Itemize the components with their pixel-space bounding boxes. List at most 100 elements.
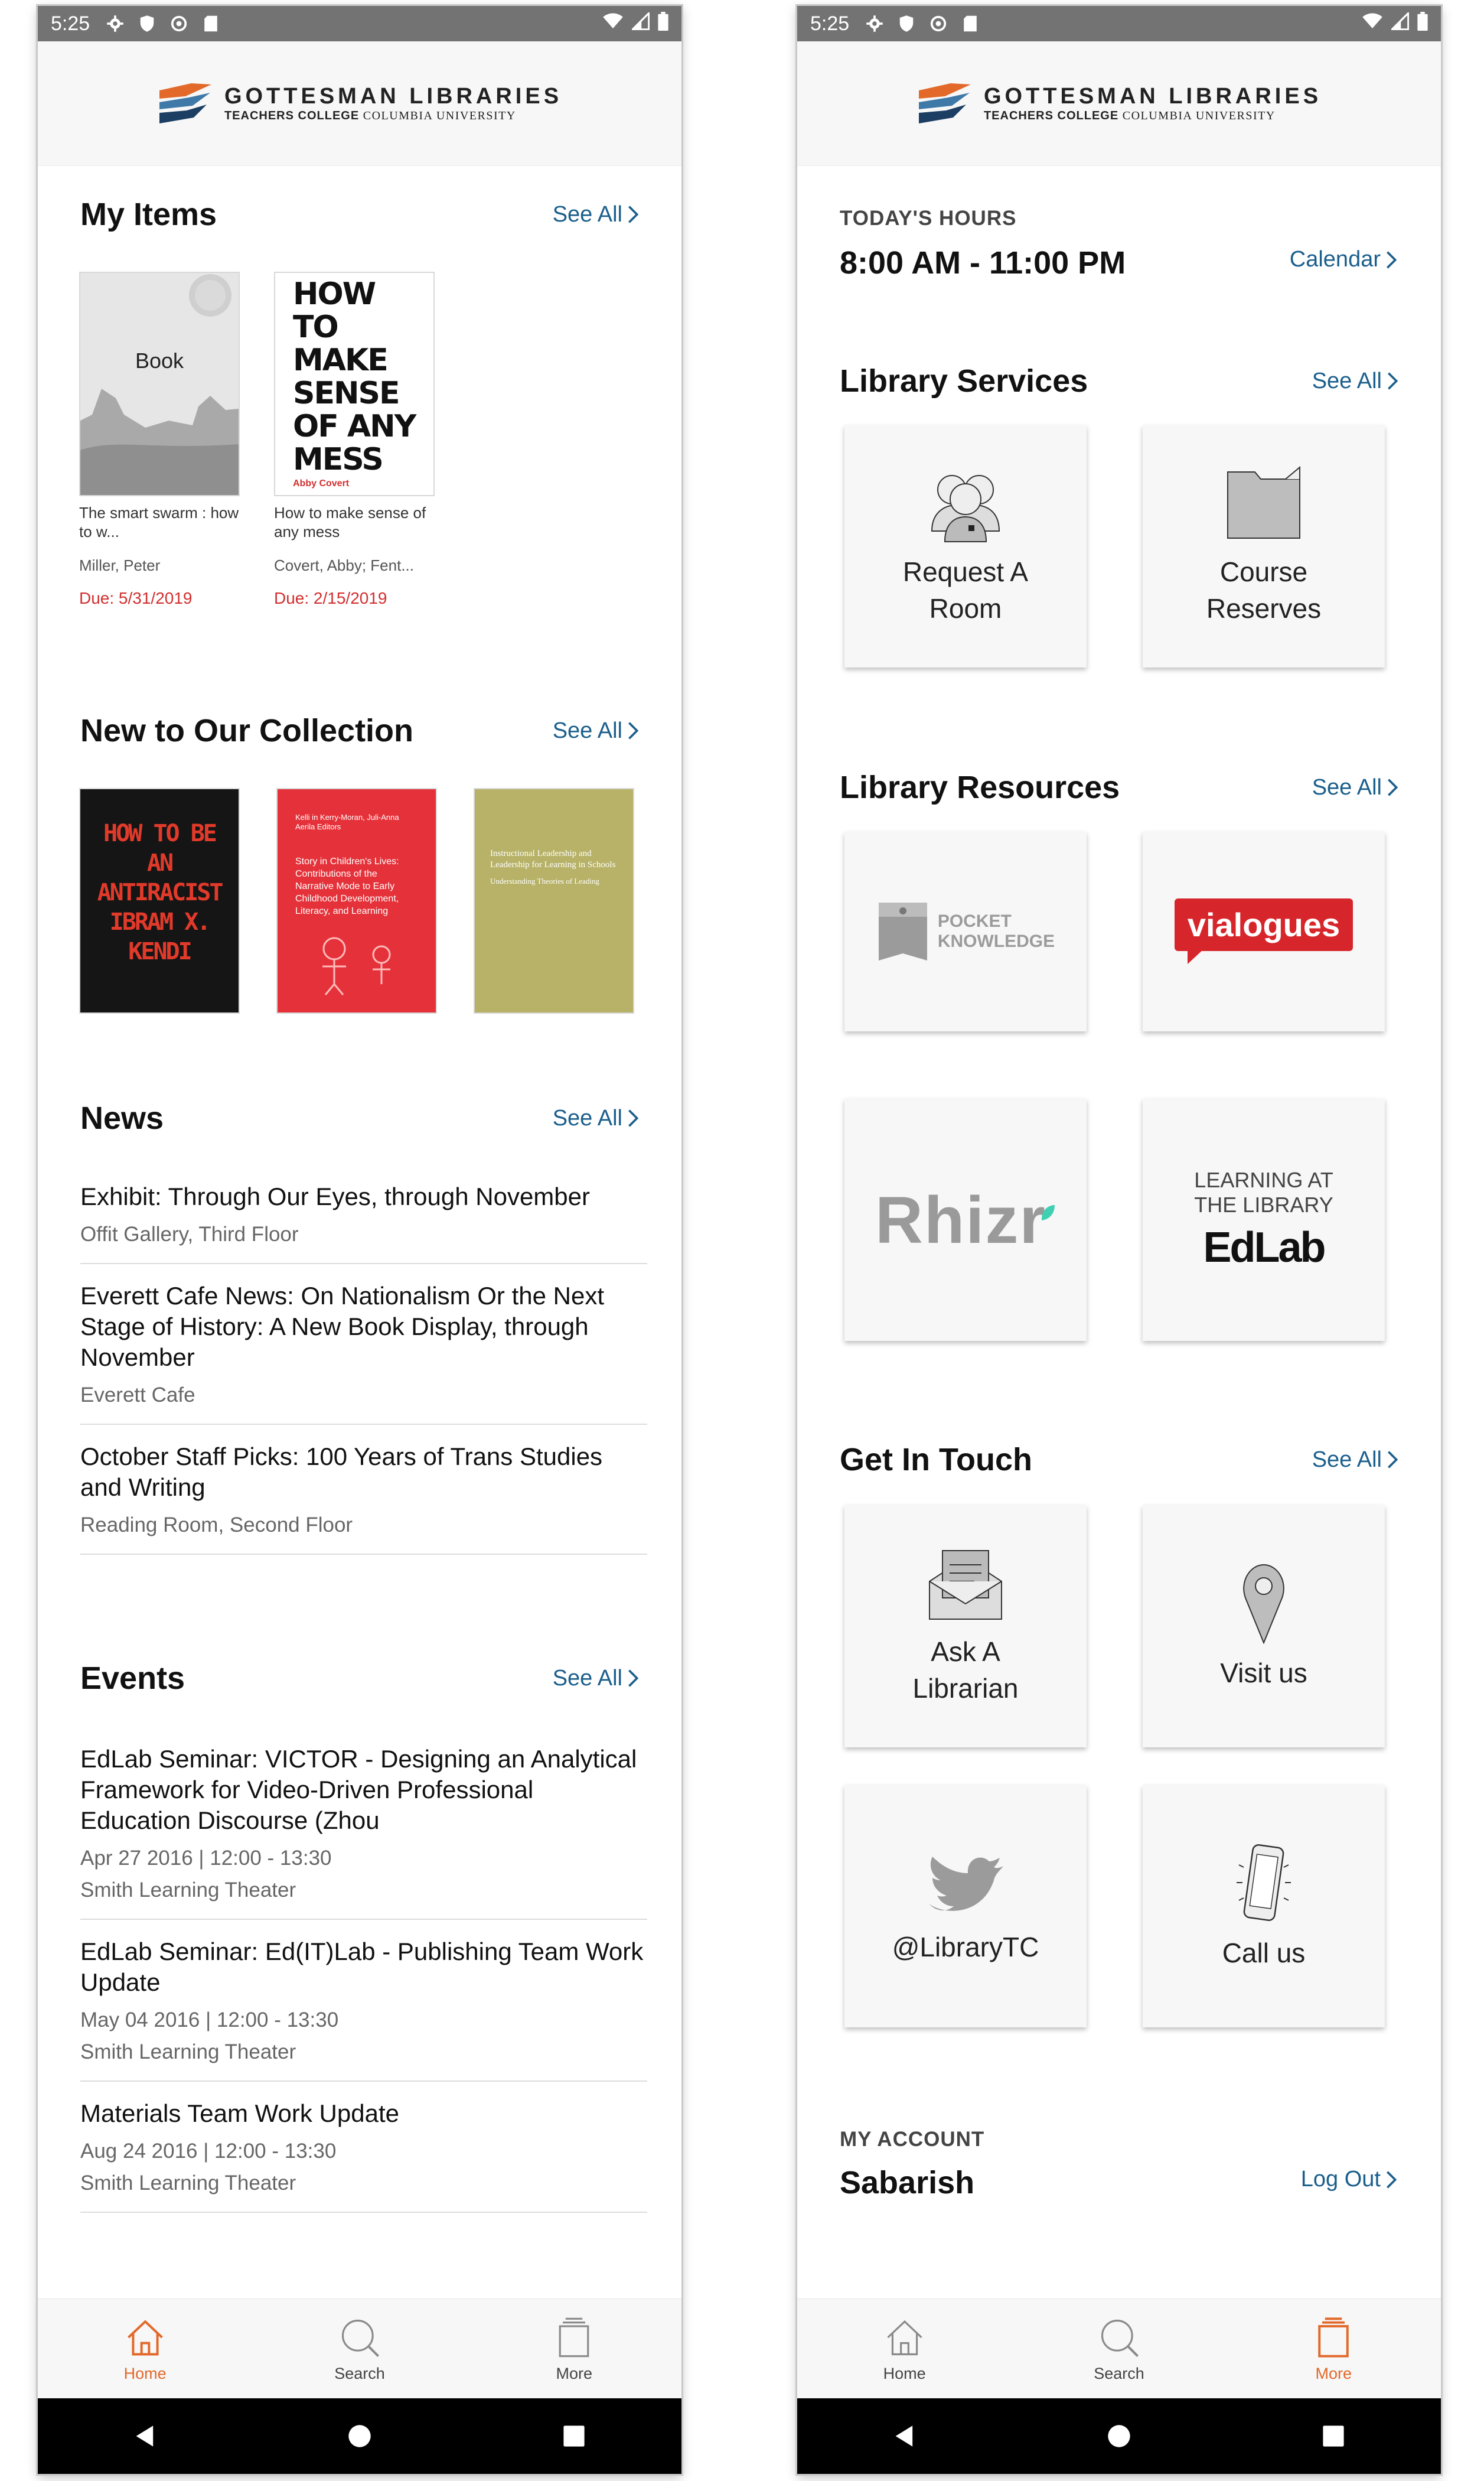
contact-header: Get In Touch See All (797, 1441, 1441, 1478)
news-item-location: Reading Room, Second Floor (80, 1513, 353, 1536)
events-list: EdLab Seminar: VICTOR - Designing an Ana… (38, 1727, 681, 2213)
tile-label: Visit us (1220, 1658, 1307, 1688)
news-item[interactable]: October Staff Picks: 100 Years of Trans … (80, 1425, 647, 1555)
app-header: GOTTESMAN LIBRARIES TEACHERS COLLEGE COL… (797, 41, 1441, 166)
item-due-date: Due: 2/15/2019 (274, 589, 387, 607)
gottesman-logo-icon (159, 83, 211, 123)
new-book-cover[interactable]: Instructional Leadership and Leadership … (474, 788, 634, 1014)
edlab-logo: EdLab (1203, 1224, 1326, 1271)
cover-title: HOW TO MAKE SENSE OF ANY MESS (293, 276, 416, 477)
account-name: Sabarish (840, 2165, 975, 2200)
wifi-icon (1362, 12, 1383, 35)
news-item-title: Exhibit: Through Our Eyes, through Novem… (80, 1183, 590, 1210)
my-item-card[interactable]: Book The smart swarm : how to w... Mille… (79, 272, 244, 608)
cover-title: HOW TO BE AN ANTIRACIST IBRAM X. KENDI (97, 820, 224, 965)
tab-home[interactable]: Home (828, 2315, 981, 2383)
library-logo[interactable]: GOTTESMAN LIBRARIES TEACHERS COLLEGE COL… (157, 79, 562, 128)
my-item-card[interactable]: HOW TO MAKE SENSE OF ANY MESS Abby Cover… (274, 272, 439, 608)
back-icon[interactable] (132, 2423, 158, 2449)
services-header: Library Services See All (797, 363, 1441, 399)
vialogues-tile[interactable]: vialogues (1143, 832, 1385, 1031)
cover-author: Abby Covert (293, 478, 350, 489)
bottom-tab-bar: Home Search More (797, 2298, 1441, 2398)
new-book-cover[interactable]: HOW TO BE AN ANTIRACIST IBRAM X. KENDI (79, 788, 240, 1014)
chevron-right-icon (628, 206, 639, 223)
pocket-knowledge-tile[interactable]: POCKET KNOWLEDGE (844, 832, 1087, 1031)
ask-librarian-tile[interactable]: Ask A Librarian (844, 1505, 1087, 1747)
home-button-icon[interactable] (1106, 2423, 1132, 2449)
tab-more[interactable]: More (1257, 2315, 1410, 2383)
cover-label: Book (135, 349, 184, 373)
event-title: Materials Team Work Update (80, 2099, 399, 2127)
visit-us-tile[interactable]: Visit us (1143, 1505, 1385, 1747)
event-item[interactable]: EdLab Seminar: VICTOR - Designing an Ana… (80, 1727, 647, 1920)
events-see-all-link[interactable]: See All (553, 1666, 639, 1691)
chevron-right-icon (1388, 779, 1398, 796)
system-nav-bar (38, 2398, 681, 2474)
account-label: MY ACCOUNT (840, 2128, 985, 2151)
new-book-cover[interactable]: Kelli in Kerry-Moran, Juli-Anna Aerila E… (276, 788, 437, 1014)
tile-label: Course Reserves (1206, 556, 1322, 624)
call-us-tile[interactable]: Call us (1143, 1785, 1385, 2027)
rhizr-logo: Rhizr (875, 1182, 1056, 1258)
more-icon (559, 2317, 589, 2357)
cover-title: Instructional Leadership and Leadership … (490, 849, 616, 870)
sync-icon (928, 14, 948, 34)
tab-home[interactable]: Home (69, 2315, 222, 2383)
gear-icon (865, 14, 885, 34)
news-see-all-link[interactable]: See All (553, 1106, 639, 1131)
battery-icon (1417, 11, 1428, 36)
news-item[interactable]: Everett Cafe News: On Nationalism Or the… (80, 1264, 647, 1425)
phone-screen-more: 5:25 GOTTESMAN LIBRARIES TEACHERS COLLEG… (797, 6, 1441, 2474)
tab-label: More (1315, 2364, 1352, 2382)
course-reserves-tile[interactable]: Course Reserves (1143, 425, 1385, 668)
news-header: News See All (38, 1100, 681, 1137)
event-date: Apr 27 2016 | 12:00 - 13:30 (80, 1847, 332, 1870)
edlab-tile[interactable]: LEARNING AT THE LIBRARY EdLab (1143, 1099, 1385, 1341)
back-icon[interactable] (892, 2423, 918, 2449)
cover-illustration-icon (322, 937, 391, 995)
app-header: GOTTESMAN LIBRARIES TEACHERS COLLEGE COL… (38, 41, 681, 166)
tab-more[interactable]: More (497, 2315, 651, 2383)
tab-search[interactable]: Search (283, 2315, 436, 2383)
resources-see-all-link[interactable]: See All (1312, 775, 1398, 800)
recents-icon[interactable] (561, 2423, 587, 2449)
request-room-tile[interactable]: Request A Room (844, 425, 1087, 668)
home-button-icon[interactable] (347, 2423, 373, 2449)
logo-subtitle: TEACHERS COLLEGE COLUMBIA UNIVERSITY (224, 109, 516, 122)
event-item[interactable]: Materials Team Work Update Aug 24 2016 |… (80, 2082, 647, 2213)
tab-search[interactable]: Search (1042, 2315, 1196, 2383)
recents-icon[interactable] (1320, 2423, 1346, 2449)
contact-see-all-link[interactable]: See All (1312, 1447, 1398, 1473)
news-item-location: Offit Gallery, Third Floor (80, 1223, 299, 1246)
cover-editors: Kelli in Kerry-Moran, Juli-Anna Aerila E… (295, 813, 399, 831)
logout-link[interactable]: Log Out (1301, 2167, 1397, 2192)
sd-card-icon (960, 14, 980, 34)
resources-header: Library Resources See All (797, 769, 1441, 806)
my-items-see-all-link[interactable]: See All (553, 202, 639, 227)
item-author: Covert, Abby; Fent... (274, 556, 414, 574)
tile-label: Ask A Librarian (912, 1636, 1019, 1704)
new-collection-see-all-link[interactable]: See All (553, 718, 639, 744)
gottesman-logo-icon (918, 83, 971, 123)
speech-tail-icon (1187, 948, 1204, 964)
book-placeholder-cover: Book (79, 272, 240, 496)
rhizr-tile[interactable]: Rhizr (844, 1099, 1087, 1341)
news-item[interactable]: Exhibit: Through Our Eyes, through Novem… (80, 1165, 647, 1264)
new-collection-header: New to Our Collection See All (38, 712, 681, 749)
status-time: 5:25 (810, 12, 850, 35)
search-icon (341, 2319, 380, 2357)
twitter-tile[interactable]: @LibraryTC (844, 1785, 1087, 2027)
library-logo[interactable]: GOTTESMAN LIBRARIES TEACHERS COLLEGE COL… (917, 79, 1322, 128)
item-author: Miller, Peter (79, 556, 161, 574)
sync-icon (169, 14, 189, 34)
pocket-knowledge-logo-icon (878, 903, 927, 961)
chevron-right-icon (1388, 372, 1398, 390)
calendar-link[interactable]: Calendar (1290, 247, 1397, 272)
my-items-header: My Items See All (38, 196, 681, 233)
services-see-all-link[interactable]: See All (1312, 369, 1398, 394)
phone-icon (1237, 1844, 1291, 1921)
twitter-bird-icon (929, 1857, 1003, 1911)
phone-screen-home: 5:25 GOTTESMAN LIBRARIES TEACHERS COLLEG… (38, 6, 681, 2474)
event-item[interactable]: EdLab Seminar: Ed(IT)Lab - Publishing Te… (80, 1920, 647, 2082)
